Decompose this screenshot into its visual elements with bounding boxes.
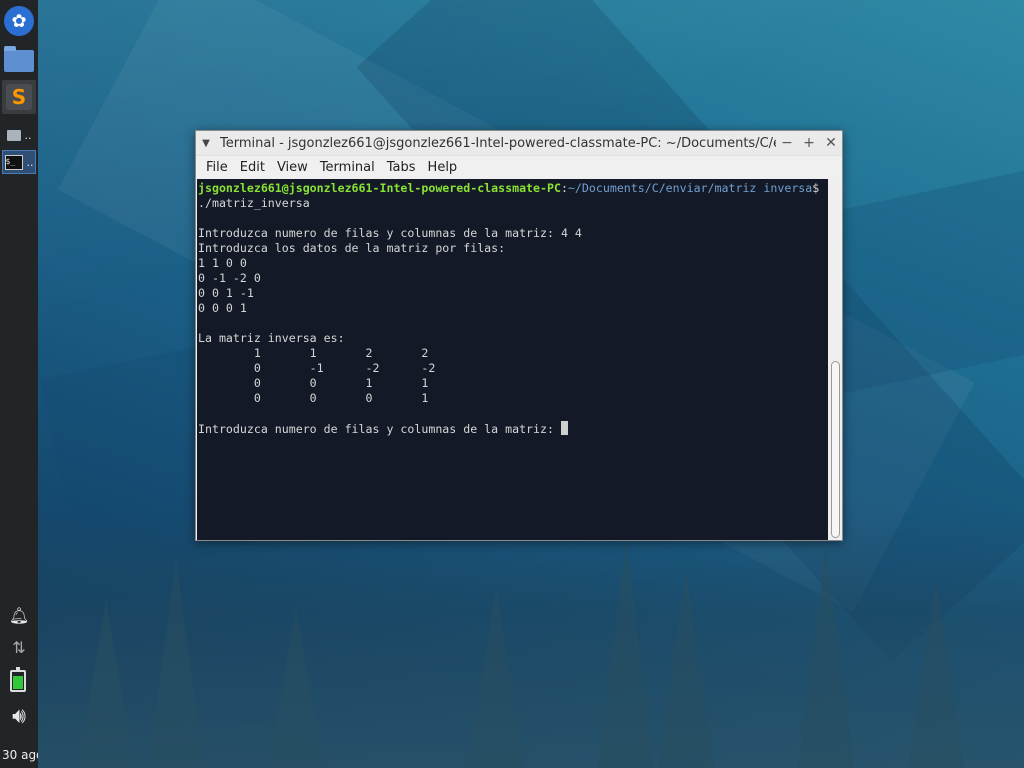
- battery-icon[interactable]: [10, 667, 26, 692]
- output-line: 0 -1 -2 -2: [253, 361, 436, 375]
- menu-edit[interactable]: Edit: [234, 160, 271, 175]
- command-text: ./matriz_inversa: [198, 196, 310, 210]
- file-manager-launcher[interactable]: [2, 44, 36, 78]
- taskbar-label: ..: [26, 155, 34, 169]
- current-input-line: Introduzca numero de filas y columnas de…: [198, 422, 561, 436]
- sublime-icon: S: [6, 84, 32, 110]
- notification-bell-icon[interactable]: 🔔︎: [0, 606, 38, 625]
- menu-tabs[interactable]: Tabs: [381, 160, 422, 175]
- xfce-logo-icon: ✿: [4, 6, 34, 36]
- output-line: 0 0 1 -1: [198, 286, 254, 300]
- side-panel: ✿ S .. $_ .. 🔔︎ ⇅ 🔊︎ 30 ago: [0, 0, 38, 768]
- close-button[interactable]: ✕: [820, 135, 842, 151]
- volume-icon[interactable]: 🔊︎: [0, 704, 38, 729]
- taskbar-label: ..: [24, 128, 32, 142]
- output-line: Introduzca los datos de la matriz por fi…: [198, 241, 506, 255]
- title-bar[interactable]: ▼ Terminal - jsgonzlez661@jsgonzlez661-I…: [196, 131, 842, 156]
- window-menu-icon[interactable]: ▼: [196, 138, 216, 149]
- program-output: Introduzca numero de filas y columnas de…: [198, 226, 582, 405]
- scrollbar[interactable]: [828, 179, 842, 540]
- network-icon[interactable]: ⇅: [0, 638, 38, 657]
- output-line: 1 1 0 0: [198, 256, 247, 270]
- prompt-path: ~/Documents/C/enviar/matriz inversa: [567, 181, 813, 195]
- terminal-window: ▼ Terminal - jsgonzlez661@jsgonzlez661-I…: [195, 130, 843, 541]
- menu-help[interactable]: Help: [422, 160, 464, 175]
- prompt-symbol: $: [812, 181, 820, 195]
- minimize-button[interactable]: −: [776, 135, 798, 151]
- clock[interactable]: 30 ago: [2, 748, 38, 762]
- folder-icon: [6, 129, 21, 141]
- whisker-menu-button[interactable]: ✿: [2, 4, 36, 38]
- output-line: 0 -1 -2 0: [198, 271, 261, 285]
- taskbar-item-terminal[interactable]: $_ ..: [2, 150, 36, 174]
- taskbar-item-files[interactable]: ..: [2, 124, 36, 146]
- output-line: 0 0 0 1: [198, 301, 247, 315]
- output-line: 0 0 1 1: [253, 376, 429, 390]
- terminal-icon: $_: [4, 154, 23, 170]
- menu-bar: File Edit View Terminal Tabs Help: [196, 156, 842, 178]
- menu-view[interactable]: View: [271, 160, 314, 175]
- terminal-output[interactable]: jsgonzlez661@jsgonzlez661-Intel-powered-…: [197, 179, 828, 540]
- maximize-button[interactable]: +: [798, 135, 820, 151]
- output-line: 1 1 2 2: [253, 346, 429, 360]
- output-line: 0 0 0 1: [253, 391, 429, 405]
- window-title: Terminal - jsgonzlez661@jsgonzlez661-Int…: [220, 135, 776, 151]
- output-line: La matriz inversa es:: [198, 331, 345, 345]
- sublime-text-launcher[interactable]: S: [2, 80, 36, 114]
- prompt-separator: :: [560, 181, 568, 195]
- wallpaper-forest: [38, 508, 1024, 768]
- output-line: Introduzca numero de filas y columnas de…: [198, 226, 582, 240]
- prompt-user: jsgonzlez661@jsgonzlez661-Intel-powered-…: [198, 181, 561, 195]
- folder-icon: [4, 46, 34, 72]
- menu-terminal[interactable]: Terminal: [314, 160, 381, 175]
- scrollbar-thumb[interactable]: [831, 361, 840, 538]
- menu-file[interactable]: File: [200, 160, 234, 175]
- text-cursor: [560, 421, 568, 435]
